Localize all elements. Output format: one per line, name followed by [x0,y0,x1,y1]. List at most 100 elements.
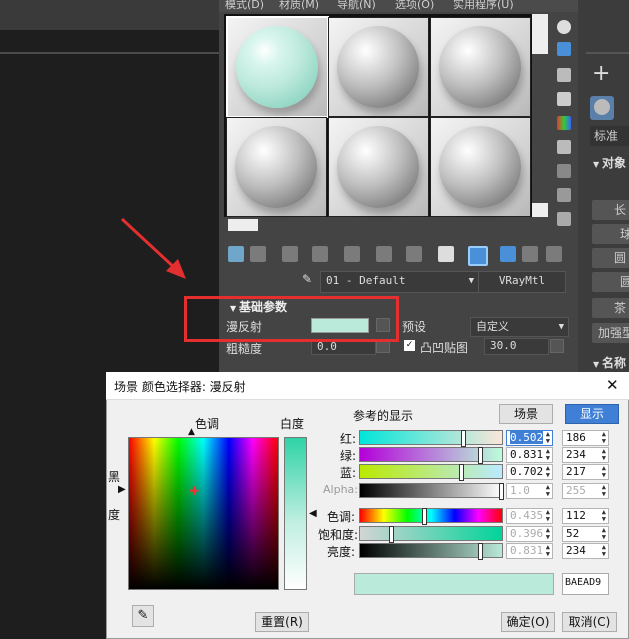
alpha-value[interactable]: 1.0 ▲ ▼ [506,483,553,499]
value-slider[interactable] [359,543,503,560]
cancel-button[interactable]: 取消(C) [562,612,617,632]
red-int[interactable]: 186 ▲ ▼ [562,430,609,446]
spinner-arrows-icon[interactable]: ▲ ▼ [602,544,606,558]
slider-thumb[interactable] [478,447,483,464]
value-int[interactable]: 234 ▲ ▼ [562,543,609,559]
alpha-slider[interactable] [359,483,504,500]
material-name-field[interactable]: 01 - Default ▼ [320,271,479,293]
spinner-arrows-icon[interactable]: ▲ ▼ [602,484,606,498]
blue-int[interactable]: 217 ▲ ▼ [562,464,609,480]
hue-pointer-icon[interactable]: ▲ [188,427,195,437]
material-map-navigator-icon[interactable] [557,212,571,226]
blue-slider[interactable] [359,464,503,481]
spinner-arrows-icon[interactable]: ▲ ▼ [602,509,606,523]
object-type-rollout[interactable]: ▼ 对象 [593,154,626,171]
slider-thumb[interactable] [499,483,504,500]
sample-slot-6[interactable] [430,117,531,217]
torus-button[interactable]: 圆 [592,272,629,292]
sample-slot-2[interactable] [328,17,429,117]
bump-map-button[interactable] [550,339,564,353]
create-tab-plus-icon[interactable]: + [592,62,610,86]
horizontal-scrollbar[interactable] [228,219,258,231]
make-preview-icon[interactable] [557,140,571,154]
reset-button[interactable]: 重置(R) [255,612,309,632]
alpha-int[interactable]: 255 ▲ ▼ [562,483,609,499]
spinner-arrows-icon[interactable]: ▲ ▼ [546,448,550,462]
slider-thumb[interactable] [389,526,394,543]
select-by-material-icon[interactable] [557,188,571,202]
backlight-icon[interactable] [557,42,571,56]
blackness-pointer-icon[interactable]: ▶ [118,484,126,495]
menu-material[interactable]: 材质(M) [279,0,319,12]
red-value[interactable]: 0.502 ▲ ▼ [506,430,553,446]
delete-icon[interactable] [312,246,328,262]
sphere-button[interactable]: 球 [592,224,629,244]
options-icon[interactable] [557,164,571,178]
red-slider[interactable] [359,430,503,447]
slider-thumb[interactable] [461,430,466,447]
hue-blackness-spectrum[interactable] [128,437,279,590]
blue-value[interactable]: 0.702 ▲ ▼ [506,464,553,480]
spinner-arrows-icon[interactable]: ▲ ▼ [546,465,550,479]
show-map-icon[interactable] [438,246,454,262]
spinner-arrows-icon[interactable]: ▲ ▼ [602,527,606,541]
ok-button[interactable]: 确定(O) [501,612,555,632]
spinner-arrows-icon[interactable]: ▲ ▼ [546,484,550,498]
spinner-arrows-icon[interactable]: ▲ ▼ [602,465,606,479]
pick-material-icon[interactable] [546,246,562,262]
get-material-icon[interactable] [228,246,244,262]
sample-type-icon[interactable] [557,20,571,34]
go-forward-icon[interactable] [522,246,538,262]
preset-dropdown[interactable]: 自定义 ▼ [470,317,569,337]
menu-options[interactable]: 选项(O) [395,0,434,12]
spinner-arrows-icon[interactable]: ▲ ▼ [546,431,550,445]
bump-amount-spinner[interactable]: 30.0 [484,338,549,355]
green-value[interactable]: 0.831 ▲ ▼ [506,447,553,463]
hue-int[interactable]: 112 ▲ ▼ [562,508,609,524]
hex-field[interactable]: BAEAD9 [562,573,609,595]
vertical-scrollbar[interactable] [532,14,548,54]
whiteness-pointer-icon[interactable]: ◀ [309,508,317,519]
display-button[interactable]: 显示 [565,404,619,424]
menu-navigation[interactable]: 导航(N) [337,0,376,12]
spinner-arrows-icon[interactable]: ▲ ▼ [546,527,550,541]
enhanced-button[interactable]: 加强型 [592,323,629,343]
hue-slider[interactable] [359,508,503,525]
uv-tiling-icon[interactable] [557,92,571,106]
menu-mode[interactable]: 模式(D) [225,0,264,12]
teapot-button[interactable]: 茶 [592,298,629,318]
color-crosshair-icon[interactable]: ✚ [189,484,199,498]
value-value[interactable]: 0.831 ▲ ▼ [506,543,553,559]
background-icon[interactable] [557,68,571,82]
menu-utilities[interactable]: 实用程序(U) [453,0,514,12]
slider-thumb[interactable] [459,464,464,481]
sample-slot-4[interactable] [226,117,327,217]
material-type-button[interactable]: VRayMtl [478,271,566,293]
green-slider[interactable] [359,447,503,464]
assign-to-selection-icon[interactable] [282,246,298,262]
put-to-library-icon[interactable] [376,246,392,262]
saturation-value[interactable]: 0.396 ▲ ▼ [506,526,553,542]
spinner-arrows-icon[interactable]: ▲ ▼ [546,509,550,523]
name-color-rollout[interactable]: ▼ 名称 [593,354,626,371]
box-button[interactable]: 长 [592,200,629,220]
spinner-arrows-icon[interactable]: ▲ ▼ [546,544,550,558]
hue-value[interactable]: 0.435 ▲ ▼ [506,508,553,524]
green-int[interactable]: 234 ▲ ▼ [562,447,609,463]
eyedropper-button[interactable]: ✎ [132,605,154,627]
put-to-scene-icon[interactable] [250,246,266,262]
eyedropper-icon[interactable]: ✎ [302,272,316,286]
make-unique-icon[interactable] [344,246,360,262]
spinner-arrows-icon[interactable]: ▲ ▼ [602,431,606,445]
cylinder-button[interactable]: 圆 [592,248,629,268]
video-color-check-icon[interactable] [557,116,571,130]
saturation-int[interactable]: 52 ▲ ▼ [562,526,609,542]
close-icon[interactable]: ✕ [606,376,619,394]
whiteness-bar[interactable] [284,437,307,590]
spinner-arrows-icon[interactable]: ▲ ▼ [602,448,606,462]
sample-slot-3[interactable] [430,17,531,117]
standard-primitives-dropdown[interactable]: 标准基 [590,126,629,146]
go-to-parent-icon[interactable] [500,246,516,262]
saturation-slider[interactable] [359,526,503,543]
show-shaded-icon[interactable] [468,246,488,266]
